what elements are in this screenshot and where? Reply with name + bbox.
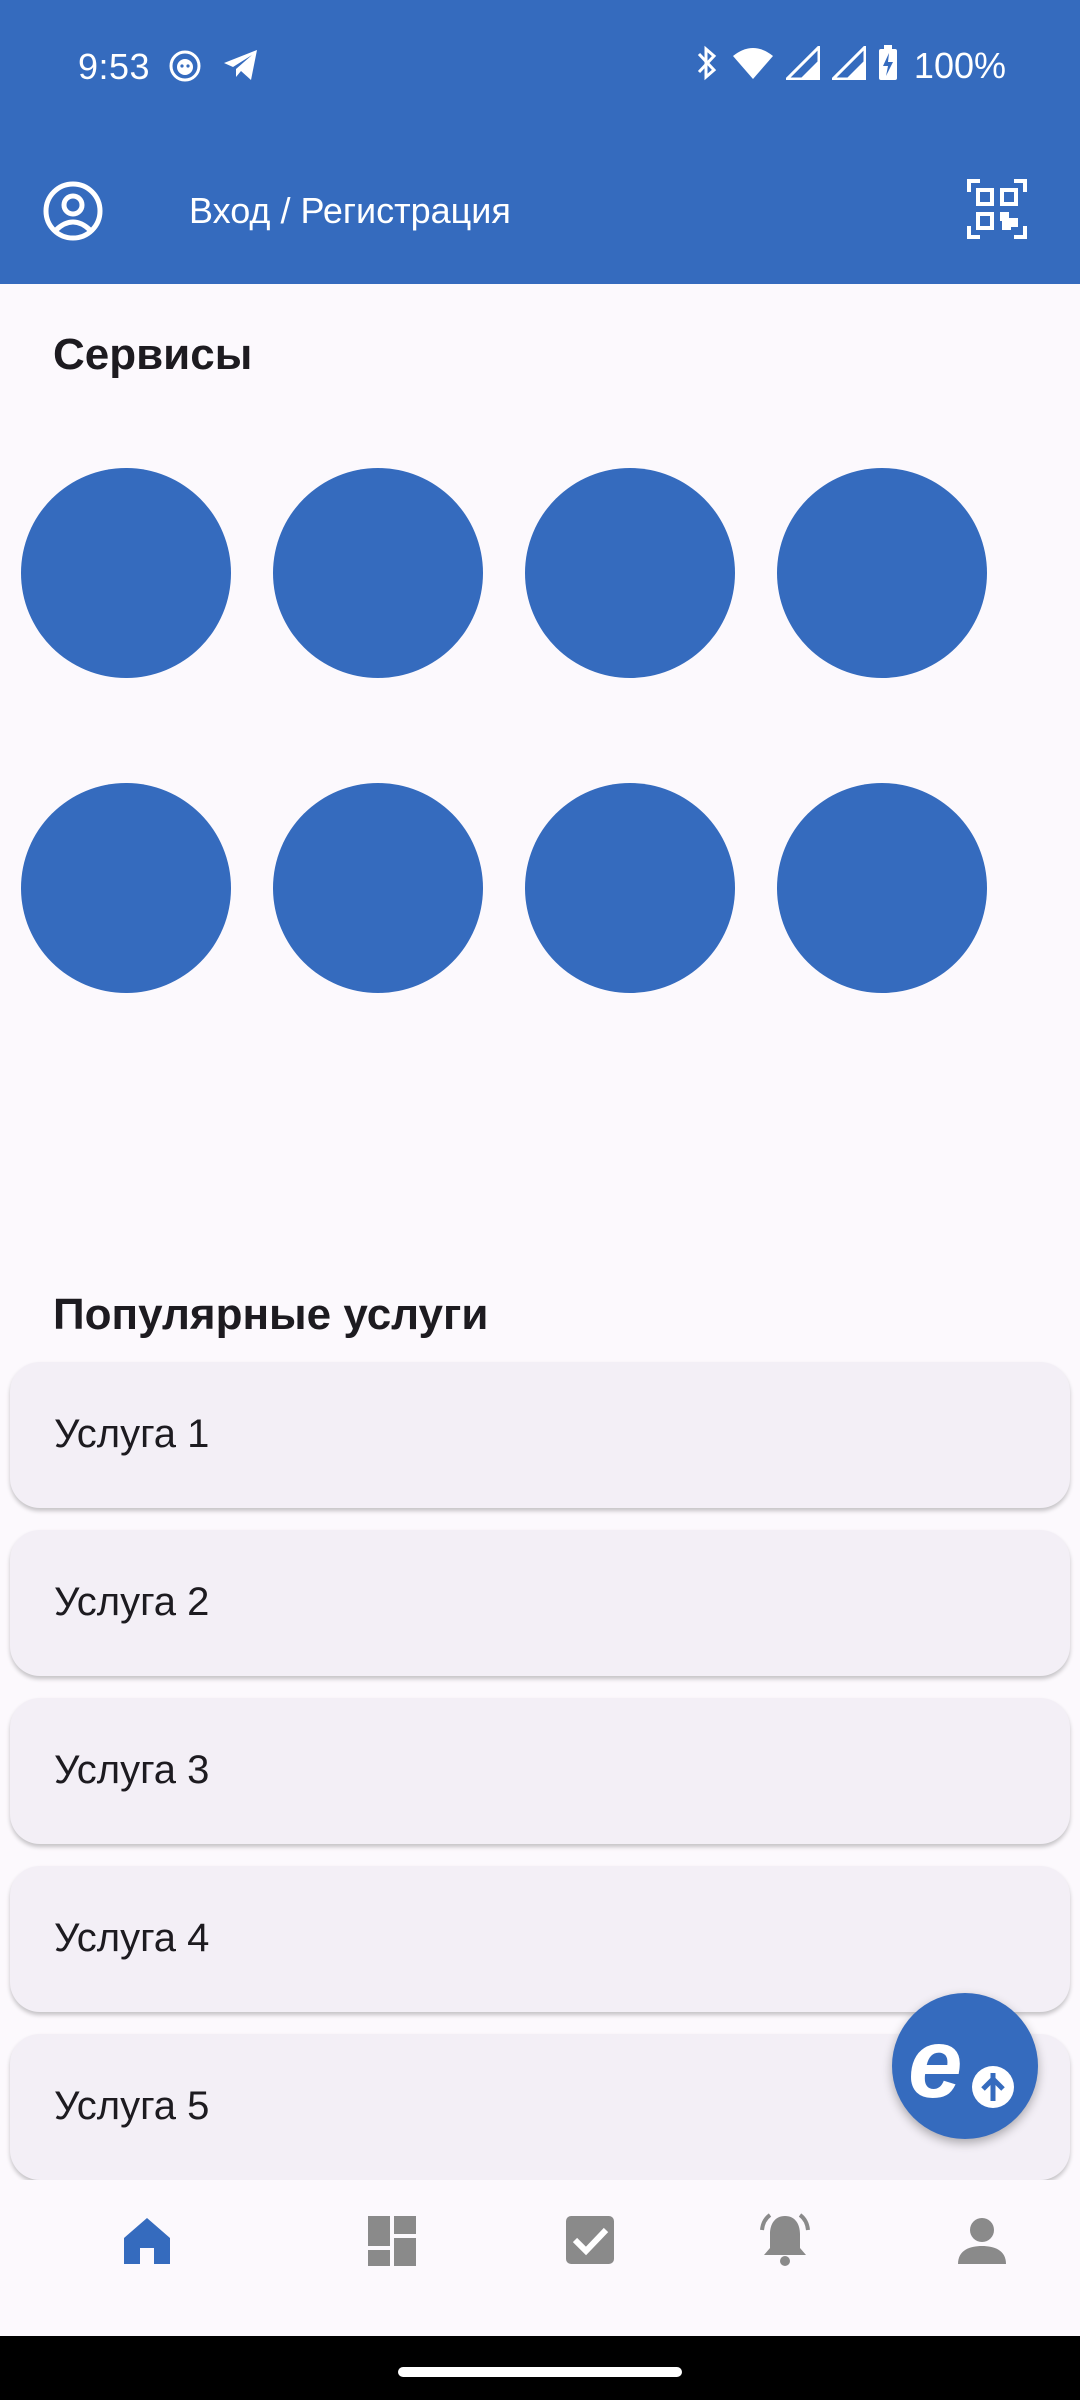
popular-services-title: Популярные услуги (53, 1290, 489, 1339)
qr-scan-button[interactable] (966, 178, 1028, 240)
service-tile[interactable] (21, 468, 231, 678)
svg-text:e: e (908, 2008, 963, 2118)
home-icon (117, 2218, 177, 2274)
qr-code-scanner-icon (966, 179, 1028, 244)
bluetooth-icon (694, 44, 720, 87)
e-logo-icon: e (892, 2008, 1038, 2143)
service-card[interactable]: Услуга 1 (10, 1362, 1070, 1508)
nav-dashboard[interactable] (362, 2210, 422, 2270)
telegram-icon (222, 48, 260, 87)
status-time: 9:53 (78, 46, 151, 87)
status-bar: 9:53 100% (0, 0, 1080, 134)
dashboard-icon (362, 2216, 422, 2274)
service-tile[interactable] (777, 783, 987, 993)
service-tile[interactable] (273, 468, 483, 678)
signal-icon (783, 43, 821, 85)
checkbox-icon (560, 2216, 620, 2274)
nav-profile[interactable] (952, 2210, 1012, 2270)
service-card[interactable]: Услуга 3 (10, 1698, 1070, 1844)
bottom-navigation (0, 2180, 1080, 2336)
service-card-label: Услуга 5 (54, 2084, 210, 2128)
service-tile[interactable] (21, 783, 231, 993)
account-circle-icon (42, 181, 104, 246)
service-card[interactable]: Услуга 2 (10, 1530, 1070, 1676)
service-tile[interactable] (273, 783, 483, 993)
service-tile[interactable] (525, 468, 735, 678)
service-card[interactable]: Услуга 4 (10, 1866, 1070, 2012)
service-card-label: Услуга 3 (54, 1748, 210, 1792)
account-button[interactable] (42, 180, 104, 242)
wifi-icon (732, 46, 774, 85)
service-tile[interactable] (525, 783, 735, 993)
nav-tasks[interactable] (560, 2210, 620, 2270)
person-icon (952, 2218, 1012, 2274)
notifications-icon (755, 2213, 815, 2274)
service-card-label: Услуга 2 (54, 1580, 210, 1624)
battery-charging-icon (878, 45, 898, 86)
service-card-label: Услуга 1 (54, 1412, 210, 1456)
login-register-link[interactable]: Вход / Регистрация (189, 190, 511, 232)
chat-fab-button[interactable]: e (892, 1993, 1038, 2139)
services-title: Сервисы (53, 330, 253, 379)
cat-notification-icon (168, 48, 202, 87)
service-card-label: Услуга 4 (54, 1916, 210, 1960)
app-bar: Вход / Регистрация (0, 134, 1080, 284)
nav-home[interactable] (117, 2210, 177, 2270)
battery-percent: 100% (913, 44, 1006, 86)
nav-notifications[interactable] (755, 2210, 815, 2270)
service-tile[interactable] (777, 468, 987, 678)
home-gesture-handle[interactable] (398, 2367, 682, 2377)
signal-icon (829, 43, 867, 85)
system-navigation-bar (0, 2336, 1080, 2400)
